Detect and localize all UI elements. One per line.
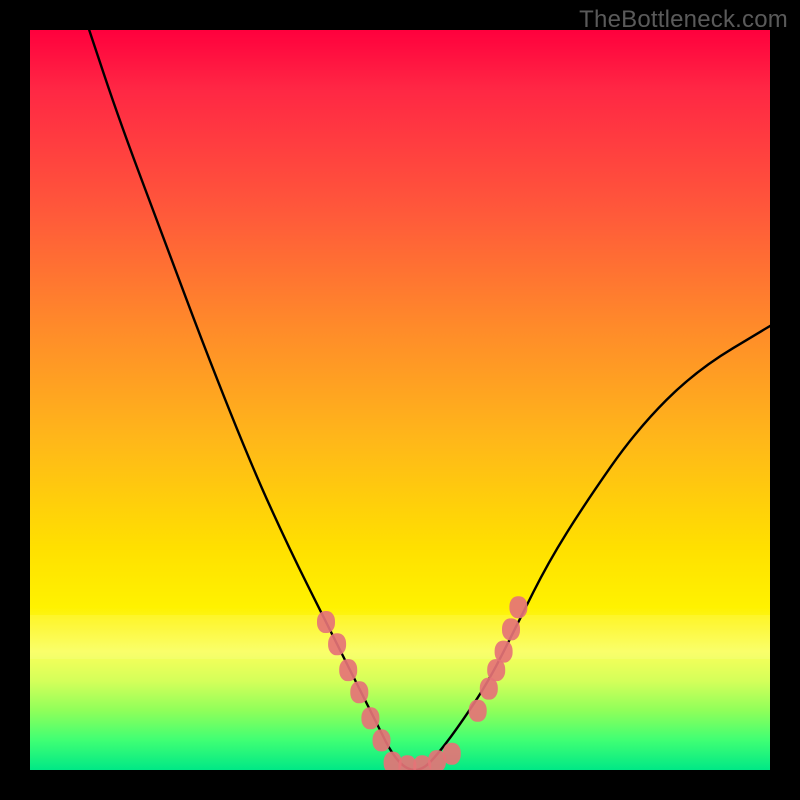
curve-marker [361,707,379,729]
curve-marker [495,641,513,663]
chart-area [30,30,770,770]
curve-marker [502,618,520,640]
curve-markers [317,596,527,770]
curve-marker [339,659,357,681]
curve-marker [350,681,368,703]
chart-svg [30,30,770,770]
curve-marker [373,729,391,751]
watermark-text: TheBottleneck.com [579,6,788,34]
curve-marker [317,611,335,633]
bottleneck-curve [89,30,770,770]
curve-marker [443,743,461,765]
curve-marker [469,700,487,722]
curve-marker [328,633,346,655]
curve-marker [509,596,527,618]
